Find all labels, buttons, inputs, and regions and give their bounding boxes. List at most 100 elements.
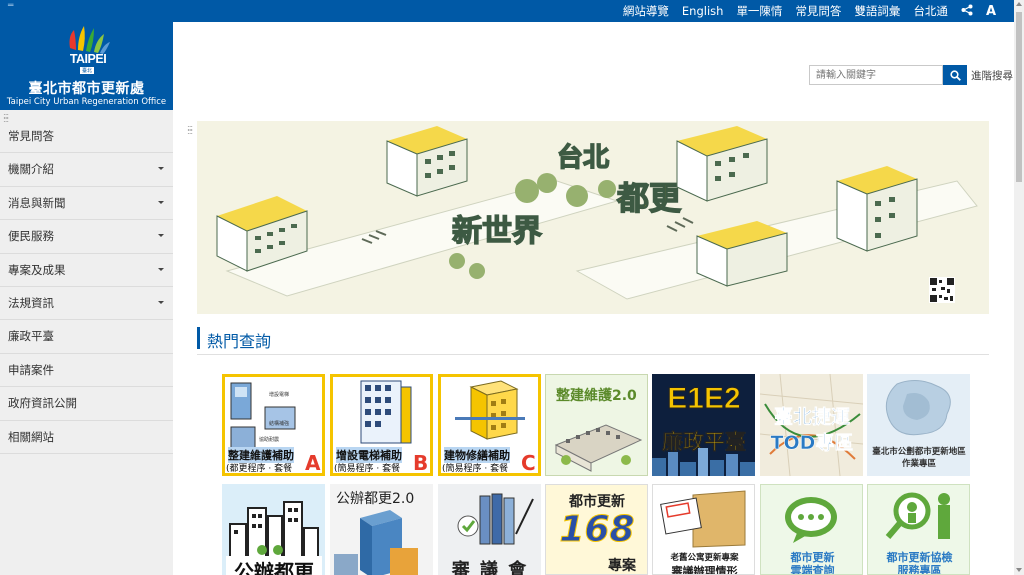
elevator-building-icon	[360, 380, 412, 444]
tile-extra: 專案	[608, 558, 636, 574]
scroll-thumb[interactable]	[1016, 12, 1022, 182]
sidebar-item-label: 申請案件	[8, 362, 54, 377]
office-name-en: Taipei City Urban Regeneration Office	[6, 97, 167, 107]
sidebar-item-label: 便民服務	[8, 229, 54, 244]
tile-review-committee[interactable]: 審 議 會	[438, 484, 541, 575]
scroll-down-icon[interactable]	[1016, 568, 1022, 572]
drag-handle-icon: ::::::	[187, 123, 193, 136]
sidebar-item-faq[interactable]: 常見問答	[0, 120, 173, 154]
sidebar-item-open-info[interactable]: 政府資訊公開	[0, 387, 173, 421]
tile-caption: 協助耐震	[259, 437, 280, 443]
sidebar-item-integrity[interactable]: 廉政平臺	[0, 320, 173, 354]
tile-subtitle: (簡易程序 · 套餐	[442, 464, 509, 474]
chevron-down-icon	[158, 167, 164, 171]
tile-subtitle: (都更程序 · 套餐	[226, 464, 293, 474]
tile-subtitle: 雲端查詢	[790, 564, 835, 575]
magnifier-person-icon	[885, 492, 950, 539]
tile-title: 都市更新	[569, 494, 625, 510]
tile-cloud-query[interactable]: 都市更新 雲端查詢	[760, 484, 863, 575]
sidebar-item-services[interactable]: 便民服務	[0, 220, 173, 254]
banner-title-top: 台北	[557, 142, 609, 173]
skyline-icon	[652, 448, 755, 476]
tile-building-repair-c[interactable]: 建物修繕補助 (簡易程序 · 套餐 C	[438, 374, 541, 476]
nav-english-link[interactable]: English	[682, 4, 724, 18]
page-scrollbar[interactable]	[1014, 0, 1024, 575]
sidebar-item-label: 機關介紹	[8, 162, 54, 177]
tile-renewal-168[interactable]: 都市更新 168 專案	[545, 484, 648, 575]
scroll-up-icon[interactable]	[1016, 2, 1022, 6]
sidebar-item-news[interactable]: 消息與新聞	[0, 187, 173, 221]
sidebar-item-regulations[interactable]: 法規資訊	[0, 287, 173, 321]
city-illustration: 台北 都更 新世界	[197, 121, 989, 314]
office-name-cn: 臺北市都市更新處	[28, 81, 145, 97]
tile-title: 整建維護2.0	[556, 388, 637, 404]
tile-public-renewal[interactable]: 公辦都更	[222, 484, 325, 575]
tile-subtitle: TOD專區	[770, 432, 854, 455]
chevron-down-icon	[158, 267, 164, 271]
sidebar-item-applications[interactable]: 申請案件	[0, 354, 173, 388]
search-bar: 進階搜尋	[809, 65, 1013, 85]
tile-renovation-subsidy-a[interactable]: 增設電梯 結構補強 協助耐震 整建維護補助 (都更程序 · 套餐 A	[222, 374, 325, 476]
left-sidebar: TAIPEI 臺北 臺北市都市更新處 Taipei City Urban Reg…	[0, 22, 173, 575]
tile-inspection-service[interactable]: 都市更新協檢 服務專區	[867, 484, 970, 575]
sidebar-item-label: 相關網站	[8, 429, 54, 444]
tile-title: 審 議 會	[451, 560, 529, 575]
tile-old-apartment-review[interactable]: 老舊公寓更新專案 審議辦理情形	[652, 484, 755, 575]
sidebar-item-label: 專案及成果	[8, 262, 66, 277]
menu-toggle-icon[interactable]: ═	[8, 1, 13, 11]
search-button[interactable]	[943, 65, 967, 85]
section-title: 熱門查詢	[207, 332, 272, 351]
tile-badge: C	[521, 451, 536, 475]
logo-tag: 臺北	[80, 67, 95, 74]
logo-wordmark: TAIPEI	[69, 52, 107, 66]
hot-queries-section: 熱門查詢	[197, 325, 989, 355]
tile-caption: 結構補強	[269, 421, 290, 427]
sidebar-item-label: 消息與新聞	[8, 195, 66, 210]
nav-bilingual-link[interactable]: 雙語詞彙	[854, 3, 900, 19]
tile-renovation-2[interactable]: 整建維護2.0	[545, 374, 648, 476]
tile-badge: A	[305, 451, 321, 475]
tower-icon	[334, 510, 418, 575]
nav-petition-link[interactable]: 單一陳情	[736, 3, 782, 19]
banner-title-bottom: 新世界	[452, 214, 542, 249]
advanced-search-link[interactable]: 進階搜尋	[971, 68, 1013, 83]
nav-sitemap-link[interactable]: 網站導覽	[623, 3, 669, 19]
repair-building-icon	[455, 380, 525, 440]
site-logo[interactable]: TAIPEI 臺北 臺北市都市更新處 Taipei City Urban Reg…	[0, 22, 173, 110]
district-map-icon	[885, 380, 951, 436]
tile-public-renewal-2[interactable]: 公辦都更2.0	[330, 484, 433, 575]
font-size-button[interactable]: A	[986, 4, 996, 19]
tile-title: 公辦都更	[226, 556, 322, 575]
search-input[interactable]	[809, 65, 943, 85]
nav-taipeipass-link[interactable]: 台北通	[913, 3, 948, 19]
tile-e1e2-integrity[interactable]: E1E2 廉政平臺	[652, 374, 755, 476]
tile-elevator-subsidy-b[interactable]: 增設電梯補助 (簡易程序 · 套餐 B	[330, 374, 433, 476]
share-icon[interactable]	[961, 4, 973, 19]
sidebar-menu: 常見問答 機關介紹 消息與新聞 便民服務 專案及成果 法規資訊 廉政平臺 申請案…	[0, 120, 173, 454]
sidebar-item-projects[interactable]: 專案及成果	[0, 254, 173, 287]
tile-subtitle: (簡易程序 · 套餐	[334, 464, 401, 474]
sidebar-item-related-sites[interactable]: 相關網站	[0, 421, 173, 454]
tile-caption: 增設電梯	[269, 392, 290, 398]
nav-faq-link[interactable]: 常見問答	[795, 3, 841, 19]
banner-title-mid: 都更	[616, 179, 682, 217]
top-bar: ═ 網站導覽 English 單一陳情 常見問答 雙語詞彙 台北通 A	[0, 0, 1014, 22]
chat-bubble-icon	[785, 497, 837, 543]
qr-code-icon	[929, 277, 955, 303]
tile-title: 公辦都更2.0	[336, 491, 415, 507]
sidebar-item-label: 廉政平臺	[8, 329, 54, 344]
tile-title: 臺北捷運	[773, 406, 851, 429]
chevron-down-icon	[158, 234, 164, 238]
tile-subtitle: 服務專區	[897, 564, 942, 575]
tile-public-designated-renewal[interactable]: 臺北市公劃都市更新地區作業專區	[867, 374, 970, 476]
hero-banner[interactable]: 台北 都更 新世界	[197, 121, 989, 314]
search-icon	[949, 69, 961, 81]
envelope-icon	[660, 490, 746, 548]
street-buildings-icon	[554, 424, 643, 472]
sidebar-item-about[interactable]: 機關介紹	[0, 153, 173, 187]
binders-icon	[457, 493, 534, 545]
section-accent-bar	[197, 327, 200, 349]
top-nav: 網站導覽 English 單一陳情 常見問答 雙語詞彙 台北通 A	[610, 0, 996, 22]
sidebar-item-label: 常見問答	[8, 129, 54, 143]
tile-tod-zone[interactable]: 臺北捷運 TOD專區	[760, 374, 863, 476]
